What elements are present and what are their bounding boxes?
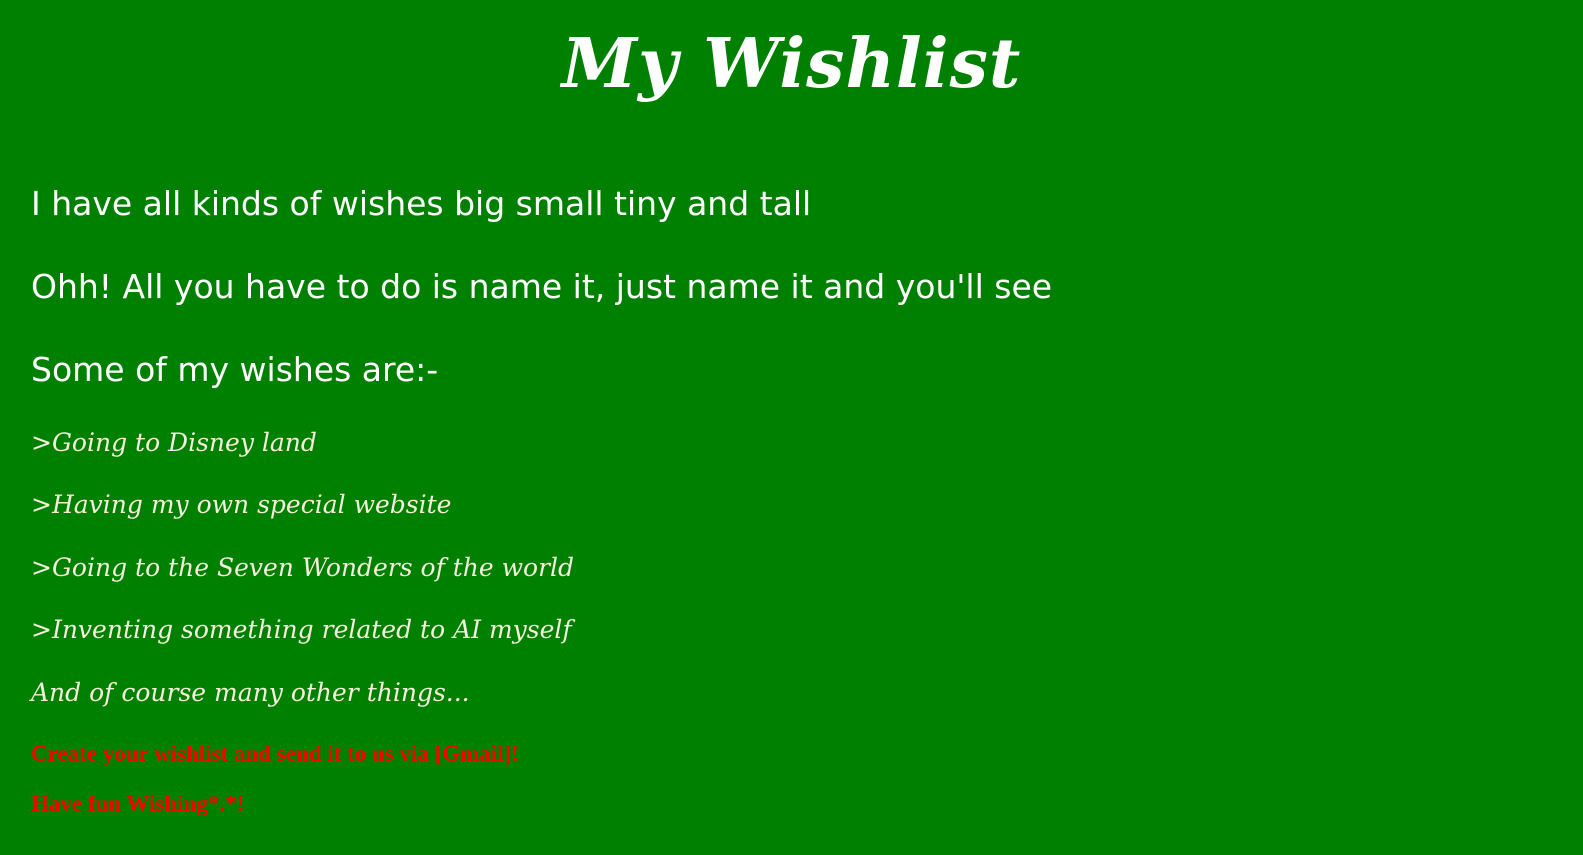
page-title: My Wishlist bbox=[561, 24, 1022, 104]
wishes-heading: Some of my wishes are:- bbox=[31, 350, 439, 389]
wish-item-website: >Having my own special website bbox=[31, 490, 452, 519]
closing-line: And of course many other things... bbox=[31, 678, 470, 707]
call-to-action: Create your wishlist and send it to us v… bbox=[31, 741, 519, 766]
wish-item-disney: >Going to Disney land bbox=[31, 428, 317, 457]
sign-off: Have fun Wishing*.*! bbox=[31, 791, 245, 816]
wish-item-seven-wonders: >Going to the Seven Wonders of the world bbox=[31, 553, 575, 582]
wish-item-ai-invention: >Inventing something related to AI mysel… bbox=[31, 615, 572, 644]
intro-line-2: Ohh! All you have to do is name it, just… bbox=[31, 267, 1053, 306]
intro-line-1: I have all kinds of wishes big small tin… bbox=[31, 184, 812, 223]
